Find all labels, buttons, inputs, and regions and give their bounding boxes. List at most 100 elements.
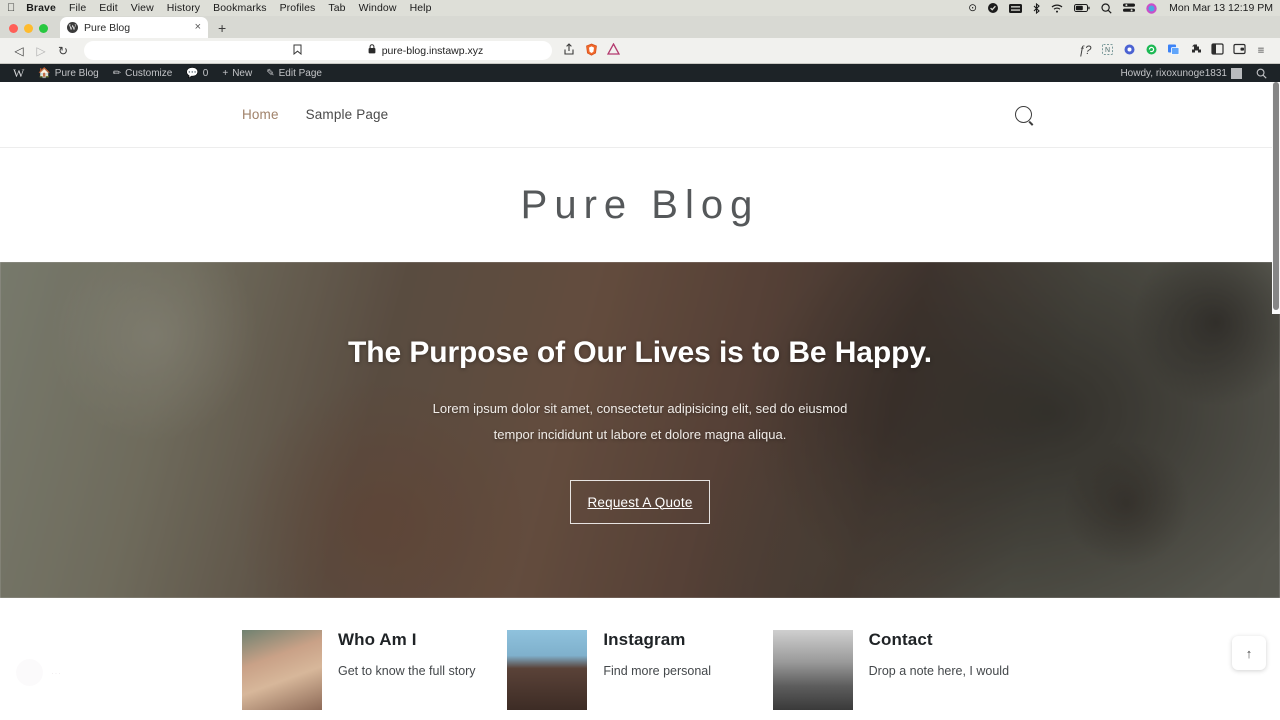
minimize-window-button[interactable] [24, 24, 33, 33]
hero-content: The Purpose of Our Lives is to Be Happy.… [0, 336, 1280, 524]
menu-item-edit[interactable]: Edit [99, 2, 118, 14]
address-bar[interactable]: pure-blog.instawp.xyz [84, 41, 552, 60]
feature-card[interactable]: Who Am I Get to know the full story [242, 630, 507, 710]
wp-customize[interactable]: ✏ Customize [106, 68, 180, 79]
macos-menu-bar:  Brave File Edit View History Bookmarks… [0, 0, 1280, 16]
nav-link-sample-page[interactable]: Sample Page [306, 107, 389, 122]
forward-button[interactable]: ▷ [30, 44, 52, 58]
browser-toolbar: ◁ ▷ ↻ pure-blog.instawp.xyz ƒ? N ≡ [0, 38, 1280, 64]
hero-heading: The Purpose of Our Lives is to Be Happy. [348, 336, 932, 369]
siri-icon[interactable] [1146, 2, 1157, 14]
shield-check-icon[interactable] [988, 3, 999, 13]
back-button[interactable]: ◁ [8, 44, 30, 58]
window-traffic-lights [9, 24, 48, 38]
site-header: Home Sample Page [0, 82, 1280, 148]
extension-refresh-icon[interactable] [1140, 43, 1162, 59]
hero-paragraph-line2: tempor incididunt ut labore et dolore ma… [493, 427, 787, 442]
wordpress-icon: W [67, 22, 78, 33]
wp-customize-label: Customize [125, 67, 173, 79]
feature-card-title: Who Am I [338, 630, 417, 649]
svg-text:N: N [1104, 47, 1109, 54]
wp-new-content[interactable]: + New [215, 68, 259, 79]
feature-card-body: Instagram Find more personal [603, 630, 711, 681]
close-tab-icon[interactable]: × [195, 22, 201, 33]
spotlight-search-icon[interactable] [1101, 2, 1112, 14]
scroll-to-top-button[interactable]: ↑ [1232, 636, 1266, 670]
brave-lion-icon[interactable] [580, 43, 602, 59]
feature-card-body: Who Am I Get to know the full story [338, 630, 476, 681]
feature-card[interactable]: Instagram Find more personal [507, 630, 772, 710]
page-scrollbar-thumb[interactable] [1273, 82, 1279, 310]
wordpress-logo-icon: W [13, 65, 25, 80]
menu-item-profiles[interactable]: Profiles [280, 2, 316, 14]
wp-site-name-label: Pure Blog [54, 67, 99, 79]
sidebar-toggle-icon[interactable] [1206, 43, 1228, 58]
chat-widget[interactable]: ··· [16, 659, 62, 686]
font-size-icon[interactable]: ƒ? [1074, 45, 1096, 57]
primary-navigation: Home Sample Page [242, 107, 388, 122]
wp-edit-page[interactable]: ✎ Edit Page [259, 68, 329, 79]
hero-paragraph-line1: Lorem ipsum dolor sit amet, consectetur … [432, 401, 848, 416]
wallet-icon[interactable] [1228, 43, 1250, 58]
feature-card-title: Instagram [603, 630, 686, 649]
hand-phone-image [772, 630, 853, 710]
reload-button[interactable]: ↻ [52, 44, 74, 58]
extension-settings-icon[interactable] [1118, 43, 1140, 59]
feature-card-text: Drop a note here, I would [868, 664, 1010, 678]
request-a-quote-button[interactable]: Request A Quote [570, 480, 710, 524]
house-icon: 🏠 [38, 67, 51, 79]
screen-record-icon[interactable]: ⊙ [968, 3, 977, 14]
portrait-woman-image [242, 630, 322, 710]
header-search-button[interactable] [1009, 100, 1038, 129]
menu-item-history[interactable]: History [167, 2, 200, 14]
paintbrush-icon: ✏ [112, 67, 122, 79]
keyboard-icon[interactable] [1009, 3, 1023, 13]
menu-item-file[interactable]: File [69, 2, 86, 14]
feature-card[interactable]: Contact Drop a note here, I would [772, 630, 1038, 710]
chat-avatar-icon [16, 659, 43, 686]
wordpress-admin-bar: W 🏠 Pure Blog ✏ Customize 💬 0 + New ✎ Ed… [0, 64, 1280, 82]
search-icon [1015, 106, 1032, 123]
wp-comments-count: 0 [202, 67, 209, 79]
menu-item-brave[interactable]: Brave [26, 2, 56, 14]
menu-item-bookmarks[interactable]: Bookmarks [213, 2, 266, 14]
feature-card-body: Contact Drop a note here, I would [869, 630, 1009, 681]
wp-search-button[interactable] [1249, 68, 1274, 79]
wp-site-name[interactable]: 🏠 Pure Blog [31, 68, 105, 79]
close-window-button[interactable] [9, 24, 18, 33]
nav-link-home[interactable]: Home [242, 107, 279, 122]
puzzle-extensions-icon[interactable] [1184, 43, 1206, 59]
brave-news-icon[interactable]: N [1096, 43, 1118, 59]
battery-icon[interactable] [1074, 4, 1090, 12]
maximize-window-button[interactable] [39, 24, 48, 33]
feature-card-text: Find more personal [603, 664, 712, 678]
feature-card-text: Get to know the full story [338, 664, 476, 678]
menu-item-help[interactable]: Help [410, 2, 432, 14]
wp-logo-menu[interactable]: W [6, 66, 31, 81]
site-viewport: Home Sample Page Pure Blog The Purpose o… [0, 82, 1280, 716]
site-title: Pure Blog [520, 182, 760, 227]
leo-ai-icon[interactable] [602, 42, 624, 58]
share-icon[interactable] [558, 43, 580, 58]
bluetooth-icon[interactable] [1033, 2, 1040, 14]
translate-icon[interactable] [1162, 43, 1184, 59]
apple-icon[interactable]:  [7, 2, 15, 14]
new-tab-button[interactable]: + [218, 21, 226, 38]
comment-icon: 💬 [186, 67, 199, 79]
bookmark-icon[interactable] [293, 44, 302, 58]
menu-item-tab[interactable]: Tab [328, 2, 345, 14]
wp-comments[interactable]: 💬 0 [179, 68, 215, 79]
menu-hamburger-icon[interactable]: ≡ [1250, 45, 1272, 57]
wp-howdy-menu[interactable]: Howdy, rixoxunoge1831 [1113, 67, 1249, 79]
browser-tab[interactable]: W Pure Blog × [60, 17, 208, 38]
site-title-band: Pure Blog [0, 148, 1280, 262]
wp-howdy-label: Howdy, rixoxunoge1831 [1120, 67, 1227, 79]
menu-item-window[interactable]: Window [359, 2, 397, 14]
menu-item-view[interactable]: View [131, 2, 154, 14]
pencil-icon: ✎ [266, 67, 275, 79]
feature-cards-row: Who Am I Get to know the full story Inst… [0, 630, 1280, 710]
control-center-icon[interactable] [1123, 3, 1136, 13]
lock-icon [368, 44, 376, 57]
menubar-clock[interactable]: Mon Mar 13 12:19 PM [1169, 2, 1273, 14]
wifi-icon[interactable] [1051, 4, 1063, 13]
